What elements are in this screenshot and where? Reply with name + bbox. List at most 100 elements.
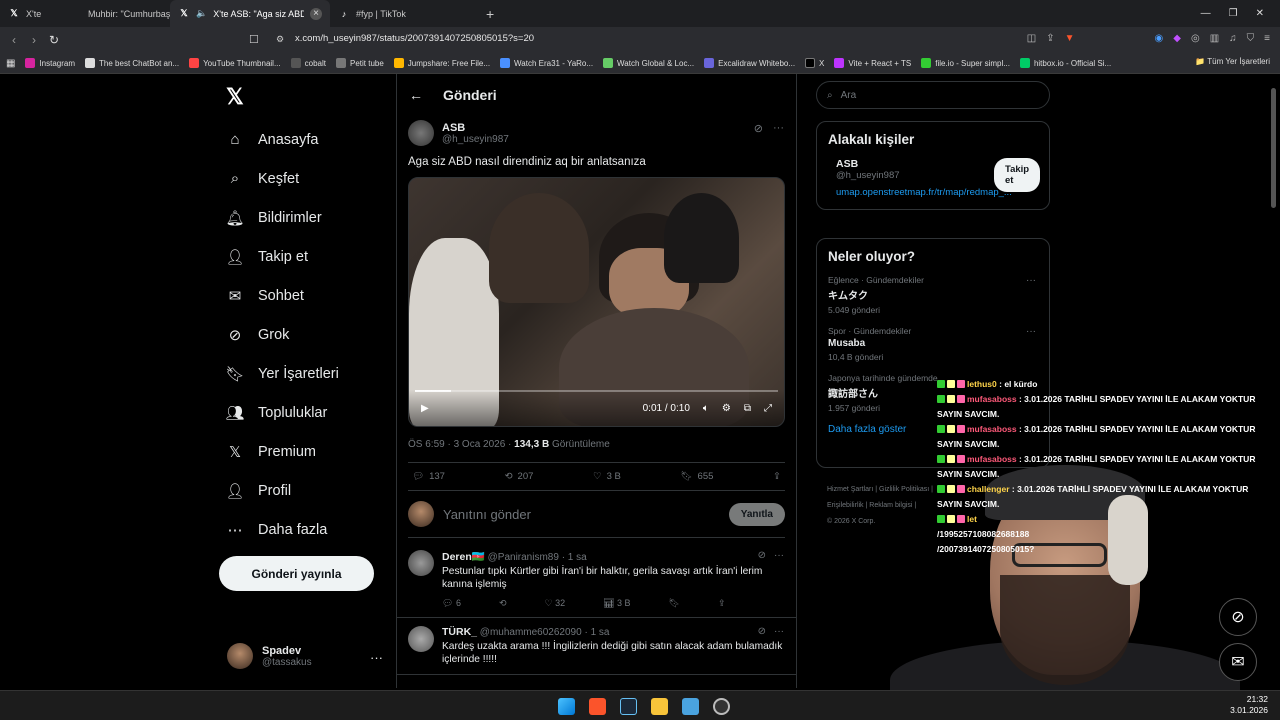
nav-more[interactable]: ⋯ Daha fazla (226, 510, 339, 549)
grok-icon[interactable]: ⊘ (754, 122, 763, 135)
bookmark[interactable]: YouTube Thumbnail... (189, 58, 281, 68)
account-switcher[interactable]: Spadev @tassakus (227, 643, 312, 669)
bookmark[interactable]: Vite + React + TS (834, 58, 911, 68)
trend-item[interactable]: Eğlence · Gündemdekiler キムタク 5.049 gönde… (828, 275, 1038, 315)
bookmark[interactable]: Instagram (25, 58, 75, 68)
avatar[interactable] (408, 550, 434, 576)
share-button[interactable]: ⇪ (773, 471, 781, 482)
more-icon[interactable]: ··· (774, 550, 784, 561)
reply-item[interactable]: TÜRK_ @muhamme60262090 · 1 sa Kardeş uza… (397, 618, 796, 675)
heart-icon[interactable]: ♡ 32 (545, 598, 566, 609)
repost-icon[interactable]: ⟲ (499, 598, 507, 609)
music-icon[interactable]: ♫ (1229, 33, 1237, 44)
tab-1[interactable]: 𝕏 X'te (0, 0, 80, 27)
bookmark[interactable]: The best ChatBot an... (85, 58, 179, 68)
reply-input[interactable]: Yanıtını gönder (443, 507, 720, 522)
fullscreen-icon[interactable]: ⤢ (764, 403, 772, 414)
nav-premium[interactable]: 𝕏 Premium (226, 432, 339, 471)
nav-follow[interactable]: 👤︎ Takip et (225, 237, 339, 276)
like-button[interactable]: ♡ 3 B (593, 471, 621, 482)
bookmark-page-icon[interactable]: ☐ (249, 33, 259, 46)
post-button[interactable]: Gönderi yayınla (219, 556, 374, 591)
nav-bookmarks[interactable]: 🔖︎ Yer İşaretleri (225, 354, 338, 393)
search-input[interactable]: ⌕ Ara (816, 81, 1050, 109)
maximize-icon[interactable]: ❐ (1229, 8, 1238, 19)
ext-a-icon[interactable]: ◉ (1155, 33, 1164, 44)
new-tab-button[interactable]: + (486, 6, 494, 22)
settings-icon[interactable]: ⚙ (722, 403, 731, 414)
clock[interactable]: 21:32 3.01.2026 (1230, 694, 1268, 716)
share-icon[interactable]: ⇪ (1046, 33, 1054, 44)
trend-item[interactable]: Spor · Gündemdekiler Musaba 10,4 B gönde… (828, 326, 1038, 362)
bookmark[interactable]: Jumpshare: Free File... (393, 58, 490, 68)
steam-icon[interactable] (620, 698, 637, 715)
reply-icon[interactable]: 💬︎ 6 (442, 598, 461, 609)
messages-fab[interactable]: ✉ (1219, 643, 1257, 681)
nav-home[interactable]: ⌂ Anasayfa (226, 120, 339, 159)
more-icon[interactable]: ··· (370, 650, 383, 665)
more-icon[interactable]: ··· (774, 626, 784, 637)
nav-communities[interactable]: 👥︎ Topluluklar (225, 393, 339, 432)
reply-submit-button[interactable]: Yanıtla (728, 502, 785, 526)
obs-icon[interactable] (713, 698, 730, 715)
vpn-icon[interactable]: ⛉ (1247, 33, 1255, 44)
bookmark[interactable]: Watch Global & Loc... (603, 58, 694, 68)
nav-chat[interactable]: ✉ Sohbet (226, 276, 339, 315)
bookmark[interactable]: Watch Era31 - YaRo... (500, 58, 593, 68)
author-handle[interactable]: @h_useyin987 (442, 134, 509, 145)
grok-icon[interactable]: ⊘ (758, 550, 766, 561)
person-name[interactable]: ASB (836, 158, 986, 170)
chat-username[interactable]: mufasaboss (967, 454, 1017, 464)
pip-icon[interactable]: ⧉ (744, 403, 751, 414)
chat-username[interactable]: lethus0 (967, 379, 997, 389)
site-info-icon[interactable]: ⚙ (276, 34, 284, 45)
grok-fab[interactable]: ⊘ (1219, 598, 1257, 636)
nav-grok[interactable]: ⊘ Grok (226, 315, 339, 354)
author-name[interactable]: ASB (442, 122, 509, 134)
scrollbar[interactable] (1271, 88, 1276, 208)
apps-icon[interactable]: ▦ (6, 58, 15, 69)
bookmark[interactable]: hitbox.io - Official Si... (1019, 58, 1111, 68)
chat-username[interactable]: let (967, 514, 977, 524)
url-field[interactable]: x.com/h_useyin987/status/200739140725080… (295, 33, 534, 44)
follow-button[interactable]: Takip et (994, 158, 1041, 192)
reply-item[interactable]: Deren🇦🇿 @Paniranism89 · 1 sa Pestunlar t… (397, 542, 796, 618)
bookmark[interactable]: Excalidraw Whitebo... (704, 58, 795, 68)
sidebar-icon[interactable]: ▥ (1210, 33, 1219, 44)
chat-username[interactable]: challenger (967, 484, 1010, 494)
brave-icon[interactable] (589, 698, 606, 715)
menu-icon[interactable]: ≡ (1264, 33, 1270, 44)
more-icon[interactable]: ··· (1026, 275, 1036, 286)
reply-button[interactable]: 💬︎ 137 (412, 471, 445, 482)
chat-username[interactable]: mufasaboss (967, 424, 1017, 434)
minimize-icon[interactable]: — (1201, 8, 1211, 19)
windows-start-icon[interactable] (558, 698, 575, 715)
more-icon[interactable]: ··· (773, 122, 784, 135)
bookmark[interactable]: file.io - Super simpl... (921, 58, 1010, 68)
nav-notifications[interactable]: 🔔︎ Bildirimler (225, 198, 339, 237)
reload-icon[interactable]: ↻ (44, 33, 64, 47)
back-icon[interactable]: ‹ (4, 33, 24, 47)
monitor-icon[interactable] (682, 698, 699, 715)
bookmark-button[interactable]: 🔖︎ 655 (680, 471, 713, 482)
share-icon[interactable]: ⇪ (718, 598, 726, 609)
more-icon[interactable]: ··· (1026, 326, 1036, 337)
folder-icon[interactable] (651, 698, 668, 715)
bookmark[interactable]: cobalt (290, 58, 326, 68)
avatar[interactable] (408, 120, 434, 146)
close-window-icon[interactable]: ✕ (1256, 8, 1264, 19)
reply-author[interactable]: TÜRK_ (442, 626, 477, 638)
tab-tiktok[interactable]: ♪ #fyp | TikTok (330, 0, 480, 27)
grok-icon[interactable]: ⊘ (758, 626, 766, 637)
tab-active[interactable]: 𝕏 🔈 X'te ASB: "Aga siz ABD nasıl d × (170, 0, 330, 27)
back-arrow-icon[interactable]: ← (409, 87, 423, 103)
nav-explore[interactable]: ⌕ Keşfet (226, 159, 339, 198)
brave-shield-icon[interactable]: ▼ (1065, 33, 1075, 44)
all-bookmarks[interactable]: 📁 Tüm Yer İşaretleri (1195, 57, 1270, 66)
repost-button[interactable]: ⟲ 207 (505, 471, 534, 482)
tweet-time[interactable]: ÖS 6:59 · 3 Oca 2026 · (408, 439, 514, 450)
ext-c-icon[interactable]: ◎ (1191, 33, 1200, 44)
chat-username[interactable]: mufasaboss (967, 394, 1017, 404)
extension-icon[interactable]: ◫ (1027, 33, 1036, 44)
bookmark[interactable]: X (805, 58, 824, 68)
